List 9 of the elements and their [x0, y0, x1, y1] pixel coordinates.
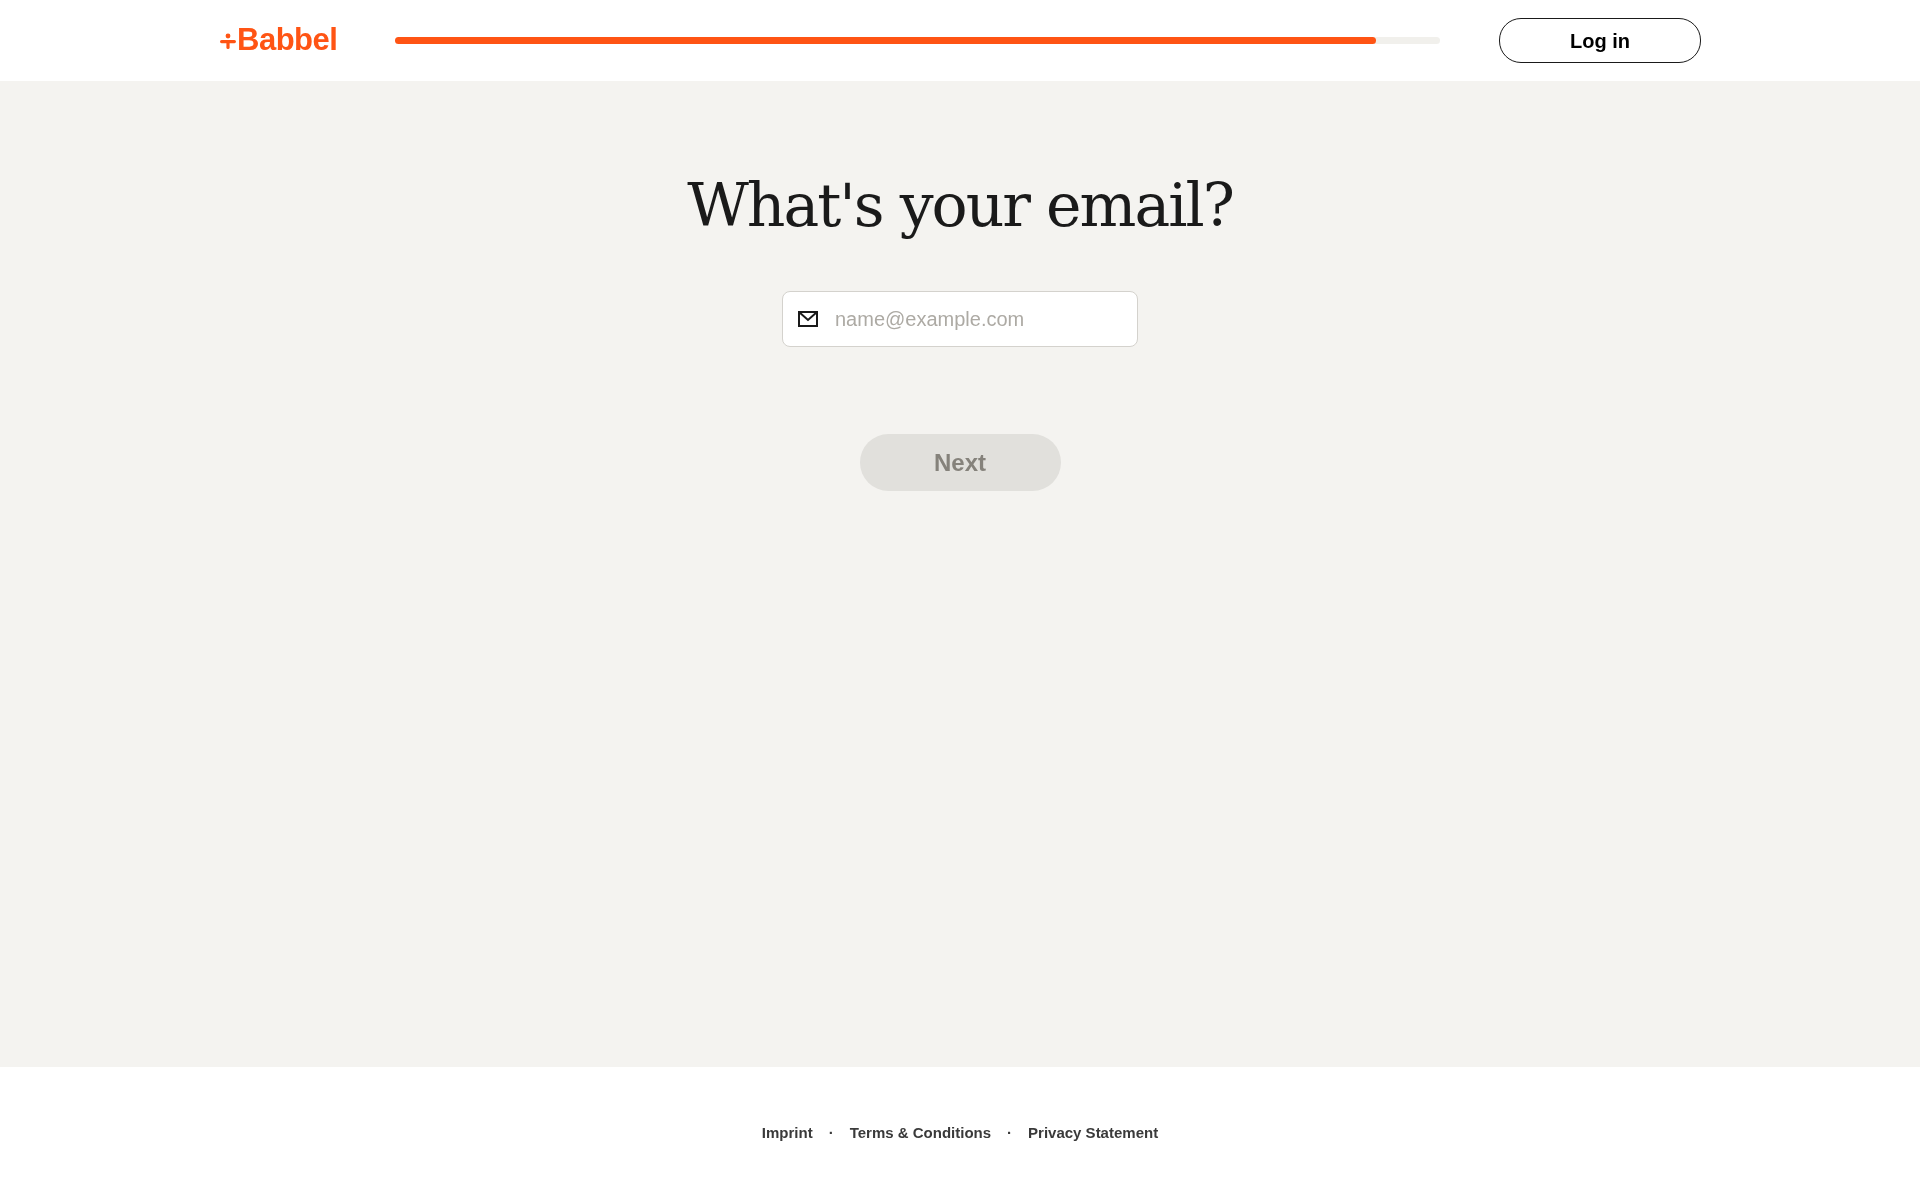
email-field[interactable]: name@example.com — [782, 291, 1138, 347]
page-title: What's your email? — [687, 169, 1233, 241]
separator-dot: · — [1007, 1123, 1013, 1144]
footer-link[interactable]: Imprint — [761, 1122, 813, 1145]
separator-dot: · — [828, 1123, 834, 1144]
plus-icon — [219, 31, 237, 50]
footer-link[interactable]: Privacy Statement — [1028, 1122, 1159, 1145]
login-button[interactable]: Log in — [1499, 18, 1701, 63]
footer-link[interactable]: Terms & Conditions — [849, 1122, 992, 1145]
